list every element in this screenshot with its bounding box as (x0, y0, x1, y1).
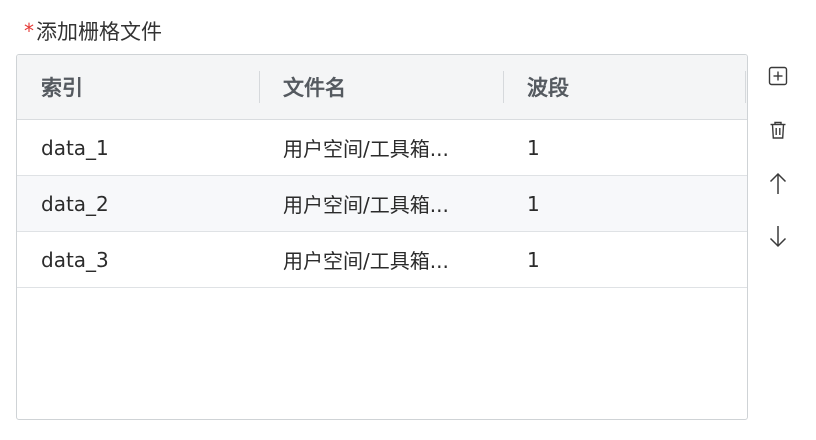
move-down-button[interactable] (764, 222, 792, 250)
table-header: 索引 文件名 波段 (17, 55, 747, 120)
column-header-band[interactable]: 波段 (527, 55, 569, 119)
column-divider[interactable] (259, 71, 260, 103)
field-label-text: 添加栅格文件 (36, 20, 162, 44)
move-up-icon (767, 171, 789, 197)
delete-icon (767, 119, 789, 141)
cell-band: 1 (527, 247, 540, 272)
table-row[interactable]: data_1 用户空间/工具箱... 1 (17, 120, 747, 176)
column-header-filename[interactable]: 文件名 (283, 55, 346, 119)
cell-index: data_2 (41, 191, 109, 216)
column-header-index[interactable]: 索引 (41, 55, 83, 119)
delete-row-button[interactable] (764, 116, 792, 144)
cell-filename: 用户空间/工具箱... (283, 137, 449, 161)
raster-file-table: 索引 文件名 波段 data_1 用户空间/工具箱... 1 data_2 用户… (16, 54, 748, 420)
column-divider[interactable] (745, 71, 746, 103)
required-marker: * (24, 19, 34, 43)
cell-index: data_1 (41, 135, 109, 160)
cell-filename: 用户空间/工具箱... (283, 249, 449, 273)
field-label: * 添加栅格文件 (24, 16, 162, 46)
cell-filename: 用户空间/工具箱... (283, 193, 449, 217)
move-down-icon (767, 223, 789, 249)
cell-index: data_3 (41, 247, 109, 272)
table-row[interactable]: data_2 用户空间/工具箱... 1 (17, 176, 747, 232)
move-up-button[interactable] (764, 170, 792, 198)
add-icon (767, 65, 789, 87)
add-row-button[interactable] (764, 62, 792, 90)
column-divider[interactable] (503, 71, 504, 103)
table-row[interactable]: data_3 用户空间/工具箱... 1 (17, 232, 747, 288)
cell-band: 1 (527, 191, 540, 216)
cell-band: 1 (527, 135, 540, 160)
